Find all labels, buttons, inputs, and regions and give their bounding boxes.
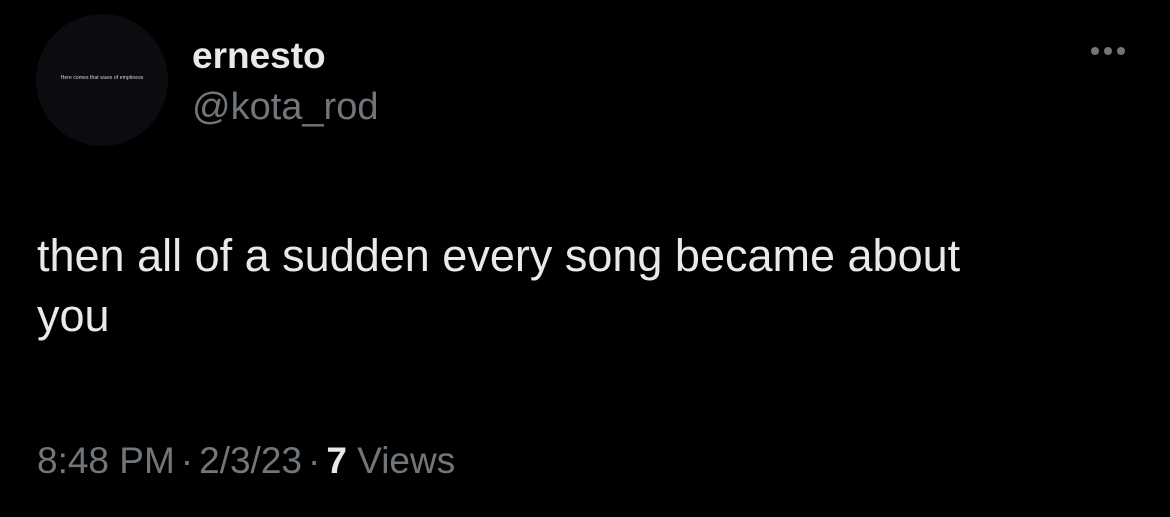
tweet-detail: Here comes that wave of emptiness ernest…	[0, 0, 1170, 517]
avatar[interactable]: Here comes that wave of emptiness	[36, 14, 168, 146]
meta-separator: ·	[180, 440, 194, 481]
user-handle[interactable]: @kota_rod	[192, 84, 378, 130]
tweet-metadata: 8:48 PM · 2/3/23 · 7 Views	[37, 436, 455, 486]
more-options-button[interactable]	[1082, 36, 1134, 66]
display-name[interactable]: ernesto	[192, 34, 326, 78]
views-count: 7	[326, 440, 347, 481]
meta-separator: ·	[308, 440, 321, 481]
avatar-caption: Here comes that wave of emptiness	[60, 75, 144, 81]
tweet-time[interactable]: 8:48 PM	[37, 440, 175, 481]
tweet-date[interactable]: 2/3/23	[199, 440, 302, 481]
more-horizontal-icon	[1091, 47, 1125, 55]
views-label: Views	[357, 440, 456, 481]
tweet-text: then all of a sudden every song became a…	[37, 230, 961, 341]
